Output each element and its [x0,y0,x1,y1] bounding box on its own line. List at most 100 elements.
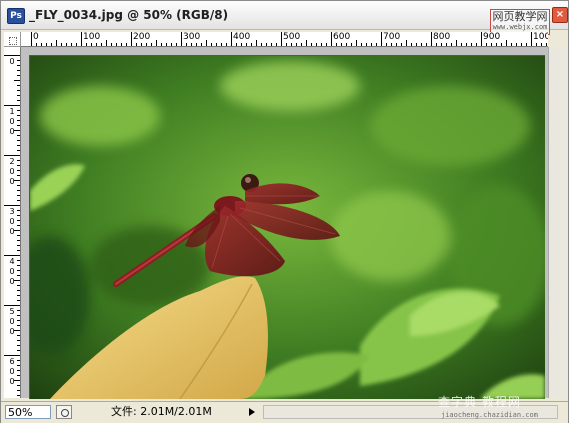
ruler-minor-tick [206,40,207,46]
ruler-minor-tick [136,43,137,46]
ruler-label: 600 [333,32,351,42]
ruler-minor-tick [17,60,20,61]
ruler-minor-tick [151,43,152,46]
ruler-label: 400 [9,257,15,286]
ruler-minor-tick [386,43,387,46]
canvas-area[interactable] [21,47,548,399]
ruler-major-tick [281,32,282,46]
ruler-minor-tick [17,390,20,391]
ruler-minor-tick [56,40,57,46]
close-button[interactable]: × [552,7,568,23]
ruler-label: 500 [283,32,301,42]
status-menu-button[interactable] [56,405,72,419]
ruler-minor-tick [86,43,87,46]
vertical-ruler[interactable]: 0 100 200 300 400 500 600 [4,47,21,398]
ruler-origin-box[interactable] [4,32,21,47]
ruler-minor-tick [486,43,487,46]
ruler-minor-tick [17,210,20,211]
ruler-minor-tick [276,43,277,46]
ruler-minor-tick [106,40,107,46]
ruler-minor-tick [416,43,417,46]
ruler-minor-tick [426,43,427,46]
footer-watermark: 查字典 教程网 [438,395,521,409]
vertical-scrollbar[interactable] [548,47,567,398]
document-window: Ps _FLY_0034.jpg @ 50% (RGB/8) 网页教学网 www… [0,0,569,423]
ruler-minor-tick [521,43,522,46]
ruler-minor-tick [371,43,372,46]
ruler-minor-tick [17,360,20,361]
ruler-minor-tick [17,285,20,286]
ruler-minor-tick [17,200,20,201]
ruler-minor-tick [17,110,20,111]
ruler-minor-tick [17,370,20,371]
ruler-major-tick [4,255,20,256]
ruler-minor-tick [91,43,92,46]
ruler-minor-tick [46,43,47,46]
ruler-minor-tick [17,320,20,321]
ruler-minor-tick [461,43,462,46]
ruler-label: 900 [483,32,501,42]
ruler-label: 300 [9,207,15,236]
ruler-minor-tick [516,43,517,46]
ruler-minor-tick [17,270,20,271]
ruler-minor-tick [226,43,227,46]
ruler-minor-tick [14,230,20,231]
ruler-minor-tick [351,43,352,46]
horizontal-ruler[interactable]: 0 100 200 300 400 500 600 700 800 900 1000 [21,32,548,47]
ruler-minor-tick [14,80,20,81]
ruler-minor-tick [271,43,272,46]
ruler-minor-tick [17,85,20,86]
ruler-minor-tick [436,43,437,46]
ruler-minor-tick [17,145,20,146]
ruler-minor-tick [17,195,20,196]
ruler-minor-tick [17,220,20,221]
ruler-minor-tick [17,325,20,326]
photo-image[interactable] [29,55,545,399]
ruler-major-tick [4,155,20,156]
ruler-minor-tick [191,43,192,46]
ruler-minor-tick [321,43,322,46]
ruler-minor-tick [201,43,202,46]
ruler-minor-tick [141,43,142,46]
title-bar[interactable]: Ps _FLY_0034.jpg @ 50% (RGB/8) 网页教学网 www… [1,1,568,35]
ruler-minor-tick [51,43,52,46]
footer-watermark-url: jiaocheng.chazidian.com [441,411,538,419]
watermark-logo-text: 网页教学网 [492,10,548,23]
ruler-minor-tick [511,43,512,46]
ruler-minor-tick [17,260,20,261]
ruler-major-tick [4,305,20,306]
ruler-minor-tick [391,43,392,46]
ruler-minor-tick [17,125,20,126]
ruler-minor-tick [336,43,337,46]
ruler-minor-tick [17,315,20,316]
ruler-minor-tick [17,375,20,376]
ruler-minor-tick [17,75,20,76]
ruler-minor-tick [14,380,20,381]
ruler-minor-tick [441,43,442,46]
ruler-minor-tick [211,43,212,46]
ruler-minor-tick [17,115,20,116]
status-arrow-button[interactable] [246,405,258,419]
ruler-minor-tick [17,240,20,241]
ruler-minor-tick [501,43,502,46]
ruler-label: 200 [9,157,15,186]
ruler-label: 0 [33,32,39,42]
ruler-minor-tick [251,43,252,46]
ruler-minor-tick [17,70,20,71]
ruler-label: 600 [9,357,15,386]
ruler-minor-tick [491,43,492,46]
ruler-label: 500 [9,307,15,336]
zoom-level-input[interactable]: 50% [5,405,51,419]
ruler-minor-tick [17,365,20,366]
photoshop-icon: Ps [7,8,25,24]
ruler-minor-tick [66,43,67,46]
ruler-minor-tick [376,43,377,46]
ruler-major-tick [131,32,132,46]
ruler-minor-tick [456,40,457,46]
ruler-minor-tick [71,43,72,46]
ruler-minor-tick [17,300,20,301]
ruler-minor-tick [17,100,20,101]
ruler-minor-tick [356,40,357,46]
document-title: _FLY_0034.jpg @ 50% (RGB/8) [29,8,229,22]
ruler-minor-tick [14,130,20,131]
